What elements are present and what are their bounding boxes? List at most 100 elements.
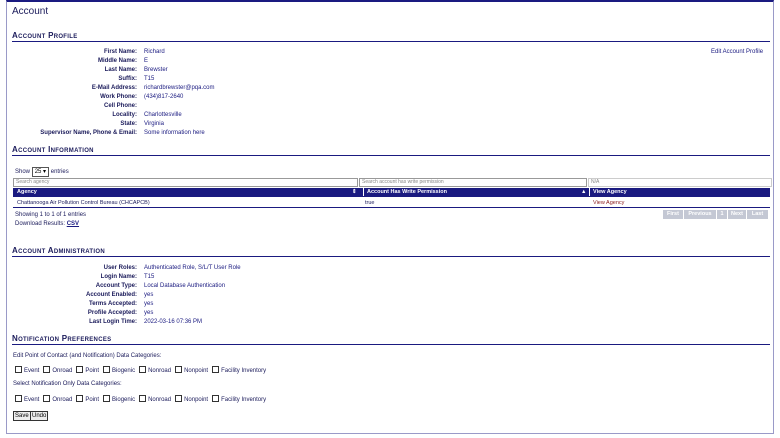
field-value: yes <box>144 292 154 298</box>
poc-checkbox[interactable] <box>212 366 220 373</box>
poc-checkbox-item[interactable]: Onroad <box>43 366 73 374</box>
notify-only-checkbox-label: Nonroad <box>148 397 172 403</box>
poc-checkbox[interactable] <box>103 366 111 373</box>
poc-checkbox-item[interactable]: Nonpoint <box>175 366 209 374</box>
poc-checkbox-item[interactable]: Event <box>15 366 40 374</box>
notify-only-checkbox-label: Event <box>24 397 40 403</box>
field-value: Authenticated Role, S/L/T User Role <box>144 265 241 271</box>
notify-only-checkbox-item[interactable]: Biogenic <box>103 395 136 403</box>
notify-only-checkbox[interactable] <box>103 395 111 402</box>
field-label: Locality: <box>112 112 137 118</box>
poc-checkbox-label: Nonpoint <box>184 368 209 374</box>
field-value: E <box>144 58 149 64</box>
page-title: Account <box>12 6 49 17</box>
poc-checkbox-item[interactable]: Nonroad <box>139 366 172 374</box>
notify-only-checkbox-item[interactable]: Onroad <box>43 395 73 403</box>
poc-checkbox-label: Facility Inventory <box>221 368 267 374</box>
field-label: Account Enabled: <box>85 292 137 298</box>
field-value: T15 <box>144 274 155 280</box>
poc-checkbox-label: Event <box>24 368 40 374</box>
field-value: T15 <box>144 76 155 82</box>
notify-only-checkbox-label: Facility Inventory <box>221 397 267 403</box>
download-results: Download Results: CSV <box>15 220 79 228</box>
agency-search-input[interactable]: Search agency <box>13 178 358 187</box>
notification-only-categories: Event Onroad Point Biogenic Nonroad Nonpoint F… <box>15 395 270 403</box>
field-value: yes <box>144 301 154 307</box>
entries-select[interactable]: 25 ▾ <box>31 167 50 177</box>
field-label: E-Mail Address: <box>91 85 137 91</box>
poc-checkbox[interactable] <box>139 366 147 373</box>
notify-only-checkbox[interactable] <box>43 395 51 402</box>
showing-info: Showing 1 to 1 of 1 entries <box>15 212 87 218</box>
field-value: Charlottesville <box>144 112 182 118</box>
field-value: Richard <box>144 49 165 55</box>
notify-only-checkbox[interactable] <box>139 395 147 402</box>
field-label: Cell Phone: <box>103 103 137 109</box>
table-row: Chattanooga Air Pollution Control Bureau… <box>13 199 770 208</box>
pager-page-1-button[interactable]: 1 <box>717 210 727 219</box>
chevron-down-icon: ▾ <box>43 169 47 175</box>
edit-account-profile-link[interactable]: Edit Account Profile <box>711 49 763 55</box>
pager-first-button[interactable]: First <box>663 210 683 219</box>
poc-checkbox-item[interactable]: Point <box>76 366 99 374</box>
view-search-disabled: N/A <box>588 178 772 187</box>
poc-checkbox[interactable] <box>43 366 51 373</box>
entries-label: entries <box>50 169 69 175</box>
poc-checkbox-label: Onroad <box>52 368 73 374</box>
permission-search-input[interactable]: Search account has write permission <box>359 178 587 187</box>
table-header: Agency ⇕ Account Has Write Permission ▲ … <box>13 188 770 197</box>
notify-only-checkbox-item[interactable]: Nonpoint <box>175 395 209 403</box>
poc-checkbox[interactable] <box>175 366 183 373</box>
notify-only-checkbox-label: Biogenic <box>112 397 136 403</box>
account-administration-heading: Account Administration <box>12 246 770 257</box>
poc-checkbox[interactable] <box>76 366 84 373</box>
notification-only-label: Select Notification Only Data Categories… <box>13 381 122 387</box>
field-value: Local Database Authentication <box>144 283 226 289</box>
field-value: 2022-03-16 07:36 PM <box>144 319 203 325</box>
field-value: Brewster <box>144 67 168 73</box>
field-label: Terms Accepted: <box>88 301 137 307</box>
field-value: Some information here <box>144 130 205 136</box>
field-label: User Roles: <box>103 265 137 271</box>
account-profile-heading: Account Profile <box>12 31 770 42</box>
pager-next-button[interactable]: Next <box>728 210 746 219</box>
sort-icon: ⇕ <box>352 189 357 195</box>
poc-categories-label: Edit Point of Contact (and Notification)… <box>13 353 162 359</box>
notify-only-checkbox[interactable] <box>76 395 84 402</box>
notify-only-checkbox-label: Onroad <box>52 397 73 403</box>
notify-only-checkbox-item[interactable]: Facility Inventory <box>212 395 267 403</box>
show-label: Show <box>15 169 31 175</box>
column-agency[interactable]: Agency <box>17 189 37 195</box>
field-label: Last Login Time: <box>89 319 137 325</box>
notify-only-checkbox[interactable] <box>15 395 22 402</box>
field-value: richardbrewster@pqa.com <box>144 85 215 91</box>
poc-checkbox-item[interactable]: Facility Inventory <box>212 366 267 374</box>
field-label: Supervisor Name, Phone & Email: <box>40 130 137 136</box>
column-view-agency: View Agency <box>589 188 627 196</box>
notify-only-checkbox-item[interactable]: Event <box>15 395 40 403</box>
csv-download-link[interactable]: CSV <box>67 221 79 227</box>
sort-asc-icon: ▲ <box>581 189 587 195</box>
save-button[interactable]: Save <box>13 411 31 421</box>
poc-checkbox-item[interactable]: Biogenic <box>103 366 135 374</box>
pager-previous-button[interactable]: Previous <box>684 210 716 219</box>
column-permission[interactable]: Account Has Write Permission <box>363 188 447 196</box>
field-label: State: <box>120 121 137 127</box>
notification-preferences-heading: Notification Preferences <box>12 334 770 345</box>
notify-only-checkbox[interactable] <box>212 395 220 402</box>
notify-only-checkbox-label: Nonpoint <box>184 397 209 403</box>
download-label: Download Results: <box>15 221 66 227</box>
notify-only-checkbox-item[interactable]: Point <box>76 395 99 403</box>
notify-only-checkbox-item[interactable]: Nonroad <box>139 395 172 403</box>
undo-button[interactable]: Undo <box>30 411 49 421</box>
notify-only-checkbox[interactable] <box>175 395 183 402</box>
pager-last-button[interactable]: Last <box>747 210 768 219</box>
poc-checkbox[interactable] <box>15 366 22 373</box>
view-agency-link[interactable]: View Agency <box>593 200 624 206</box>
field-label: Login Name: <box>100 274 137 280</box>
field-label: Profile Accepted: <box>87 310 137 316</box>
entries-select-value: 25 <box>34 169 42 175</box>
field-label: Last Name: <box>104 67 137 73</box>
poc-checkbox-label: Nonroad <box>148 368 172 374</box>
field-value: yes <box>144 310 154 316</box>
